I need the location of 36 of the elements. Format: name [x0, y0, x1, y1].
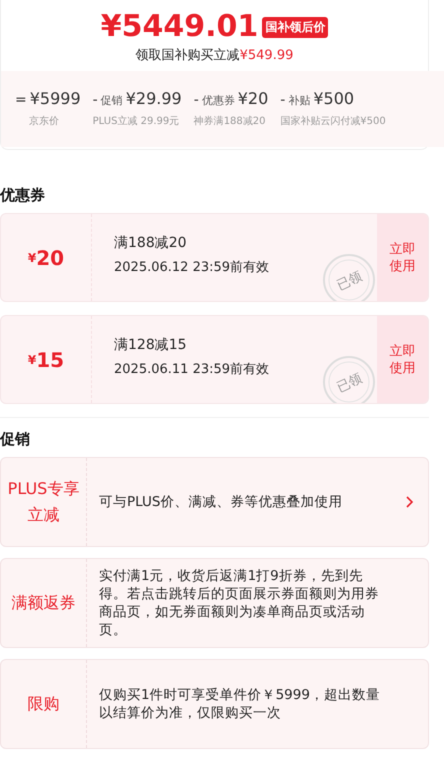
promotion-description: 可与PLUS价、满减、券等优惠叠加使用 [99, 493, 342, 511]
price: ¥5449.01 [100, 10, 258, 44]
breakdown-amount: ¥20 [238, 89, 268, 108]
promotion-label: PLUS专享立减 [1, 458, 87, 546]
promotion-description: 仅购买1件时可享受单件价￥5999，超出数量以结算价为准，仅限购买一次 [99, 686, 381, 722]
price-tag: 国补领后价 [262, 16, 328, 38]
chevron-right-icon [404, 495, 414, 509]
coupon-condition: 满128减15 [114, 336, 188, 354]
breakdown-note: 京东价 [29, 114, 60, 128]
breakdown-amount: ¥29.99 [126, 89, 182, 108]
operator-sign: - [194, 92, 199, 108]
operator-sign: - [280, 92, 286, 108]
breakdown-note: 神券满188减20 [194, 114, 266, 128]
breakdown-label: 补贴 [288, 93, 310, 108]
coupon-amount: ¥15 [1, 316, 92, 403]
use-now-button[interactable]: 立即使用 [377, 214, 428, 301]
coupon-condition: 满188减20 [114, 234, 188, 252]
promotion-card[interactable]: PLUS专享立减 可与PLUS价、满减、券等优惠叠加使用 [0, 457, 429, 547]
coupon-validity: 2025.06.11 23:59前有效 [114, 361, 270, 378]
operator-sign: = [15, 92, 27, 108]
operator-sign: - [92, 92, 98, 108]
breakdown-amount: ¥5999 [30, 89, 81, 108]
breakdown-note: PLUS立减 29.99元 [92, 114, 180, 128]
claimed-stamp: 已领 [322, 355, 376, 403]
promotion-label: 满额返券 [1, 559, 87, 647]
coupon-validity: 2025.06.12 23:59前有效 [114, 259, 270, 276]
breakdown-label: 优惠券 [202, 93, 235, 108]
promotion-label: 限购 [1, 660, 87, 748]
savings-text: 领取国补购买立减¥549.99 [136, 47, 294, 64]
use-now-button[interactable]: 立即使用 [377, 316, 428, 403]
breakdown-amount: ¥500 [313, 89, 354, 108]
breakdown-label: 促销 [100, 93, 123, 108]
promotion-description: 实付满1元，收货后返满1打9折券，先到先得。若点击跳转后的页面展示券面额则为用券商品页，如无券面额则为凑单商品页或活动页。 [99, 567, 380, 639]
breakdown-note: 国家补贴云闪付减¥500 [280, 114, 386, 128]
claimed-stamp: 已领 [322, 253, 376, 301]
coupon-amount: ¥20 [1, 214, 92, 301]
